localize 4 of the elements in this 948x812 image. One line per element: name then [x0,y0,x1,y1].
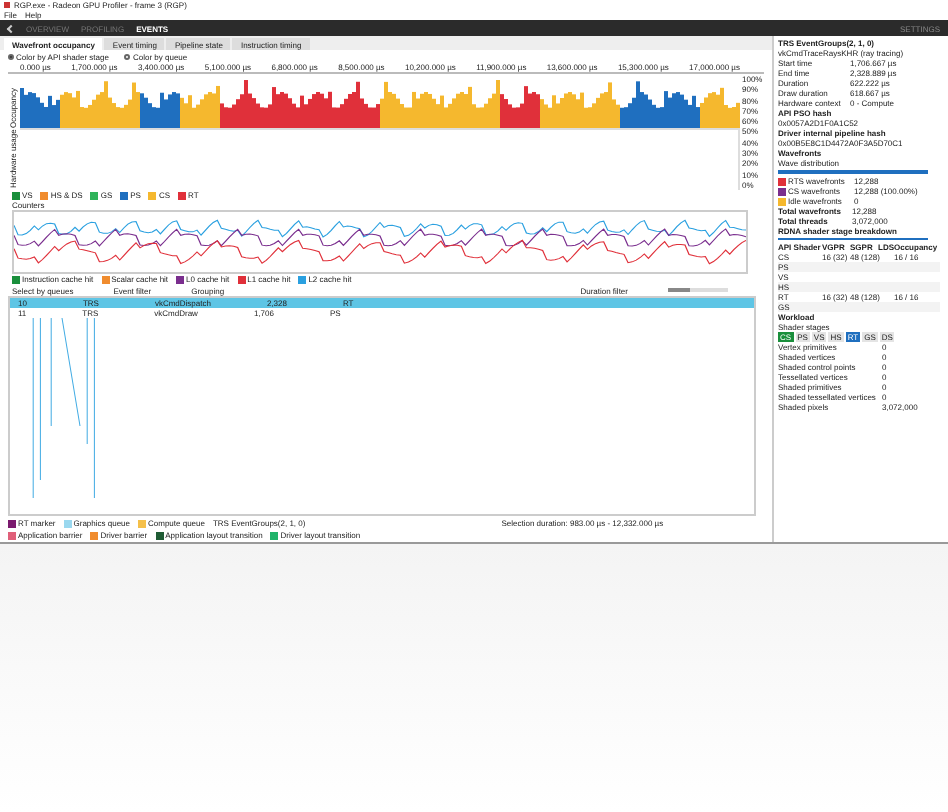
radio-button[interactable] [124,53,131,59]
app-icon [4,2,10,8]
back-icon[interactable] [6,23,16,33]
radio-button[interactable] [8,53,14,59]
